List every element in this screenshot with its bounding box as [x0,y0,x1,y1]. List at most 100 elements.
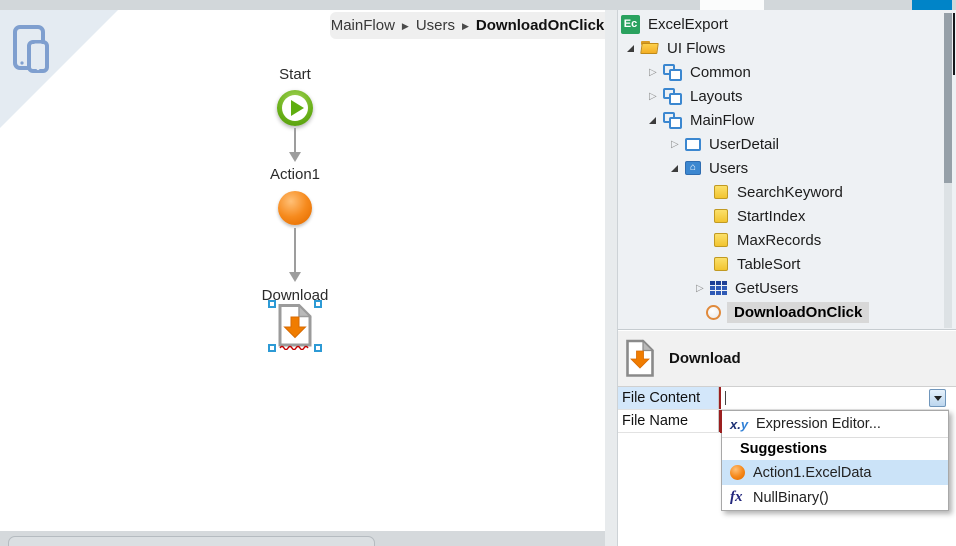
ui-flow-icon [663,87,682,105]
value-dropdown-popup: x.y Expression Editor... Suggestions Act… [720,410,949,511]
collapsed-arrow-icon[interactable]: ▷ [649,67,663,78]
connector-arrowhead-icon [289,152,301,162]
dropdown-button[interactable] [929,389,946,407]
tree-item-label: ExcelExport [648,15,729,33]
tree-item-label: TableSort [737,255,801,273]
folder-icon [640,41,659,55]
start-node-icon[interactable] [277,90,313,126]
tree-item-label-selected: DownloadOnClick [727,301,870,323]
suggestion-label: Action1.ExcelData [753,464,872,481]
devices-icon [13,25,49,73]
breadcrumb: MainFlow ▶ Users ▶ DownloadOnClick [330,12,605,39]
expression-editor-item[interactable]: x.y Expression Editor... [722,411,948,438]
suggestion-nullbinary[interactable]: fx NullBinary() [722,485,948,510]
collapsed-arrow-icon[interactable]: ▷ [696,283,710,294]
tree-item-maxrecords[interactable]: MaxRecords [618,228,956,252]
action-output-icon [730,465,745,480]
top-accent-segment [912,0,952,10]
collapsed-arrow-icon[interactable]: ▷ [671,139,685,150]
top-window-strip [0,0,956,10]
property-row: File Content [618,387,949,410]
download-node-label: Download [261,287,329,304]
suggestions-header: Suggestions [740,441,828,457]
ui-flow-icon [663,111,682,129]
breadcrumb-separator-icon: ▶ [462,20,469,31]
tree-item-mainflow[interactable]: MainFlow [618,108,956,132]
chevron-down-icon [933,395,942,401]
tree-item-label: UserDetail [709,135,780,153]
tree-item-common[interactable]: ▷ Common [618,60,956,84]
suggestion-label: NullBinary() [753,489,829,506]
screen-icon [685,137,701,151]
input-parameter-icon [714,233,728,247]
mandatory-indicator [720,410,722,433]
bottom-panel-edge [0,531,605,546]
panel-splitter[interactable] [605,10,617,546]
tree-scrollbar[interactable] [944,13,952,328]
breadcrumb-item-users[interactable]: Users [416,17,455,34]
tree-item-userdetail[interactable]: ▷ UserDetail [618,132,956,156]
tree-item-downloadonclick[interactable]: DownloadOnClick [618,300,956,324]
property-label-file-content[interactable]: File Content [618,387,719,409]
scrollbar-thumb[interactable] [944,13,952,183]
tree-item-label: SearchKeyword [737,183,843,201]
download-node-icon[interactable] [277,303,313,350]
tree-item-label: MainFlow [690,111,755,129]
tree-item-searchkeyword[interactable]: SearchKeyword [618,180,956,204]
start-node-inner [282,95,308,121]
action-node-label: Action1 [269,166,321,183]
aggregate-icon [710,281,727,295]
tree-item-module[interactable]: Ec ExcelExport [618,12,956,36]
download-document-icon [626,339,654,377]
breadcrumb-item-mainflow[interactable]: MainFlow [331,17,395,34]
home-screen-icon: ⌂ [685,161,701,175]
expanded-arrow-icon[interactable] [649,116,663,124]
expression-editor-label: Expression Editor... [756,416,881,432]
connector-line[interactable] [294,228,296,273]
module-icon: Ec [621,14,640,34]
property-label-file-name[interactable]: File Name [618,410,719,432]
window-edge-decoration [953,13,955,75]
input-parameter-icon [714,185,728,199]
input-parameter-icon [714,257,728,271]
properties-title: Download [669,350,741,367]
breadcrumb-separator-icon: ▶ [401,20,409,31]
tree-item-startindex[interactable]: StartIndex [618,204,956,228]
tree-item-layouts[interactable]: ▷ Layouts [618,84,956,108]
property-value-file-content[interactable] [719,387,949,409]
bottom-panel-tab[interactable] [8,536,375,546]
text-caret [725,391,726,405]
connector-arrowhead-icon [289,272,301,282]
input-parameter-icon [714,209,728,223]
tree-item-label: UI Flows [667,39,726,57]
element-tree: Ec ExcelExport UI Flows ▷ Common ▷ Layou… [618,10,956,330]
tree-item-users[interactable]: ⌂ Users [618,156,956,180]
tree-item-tablesort[interactable]: TableSort [618,252,956,276]
right-panel: Ec ExcelExport UI Flows ▷ Common ▷ Layou… [617,10,956,546]
collapsed-arrow-icon[interactable]: ▷ [649,91,663,102]
selection-handle[interactable] [268,300,276,308]
tree-item-label: Layouts [690,87,743,105]
expanded-arrow-icon[interactable] [671,164,685,172]
function-icon: fx [730,489,743,505]
service-studio-window: MainFlow ▶ Users ▶ DownloadOnClick Start… [0,0,956,546]
expanded-arrow-icon[interactable] [627,44,641,52]
expression-icon: x.y [730,416,749,432]
flow-canvas[interactable]: MainFlow ▶ Users ▶ DownloadOnClick Start… [0,10,605,531]
action1-node-icon[interactable] [278,191,312,225]
connector-line[interactable] [294,128,296,154]
screen-action-icon [706,304,721,320]
ui-flow-icon [663,63,682,81]
play-icon [290,100,304,116]
breadcrumb-item-current[interactable]: DownloadOnClick [476,17,604,34]
tree-item-ui-flows[interactable]: UI Flows [618,36,956,60]
selection-handle[interactable] [314,300,322,308]
selection-handle[interactable] [268,344,276,352]
tree-item-label: Users [709,159,749,177]
tree-item-getusers[interactable]: ▷ GetUsers [618,276,956,300]
validation-squiggle [279,345,309,350]
top-tab-highlight [700,0,764,10]
tree-item-label: GetUsers [735,279,799,297]
selection-handle[interactable] [314,344,322,352]
suggestion-action1-exceldata[interactable]: Action1.ExcelData [722,460,948,485]
